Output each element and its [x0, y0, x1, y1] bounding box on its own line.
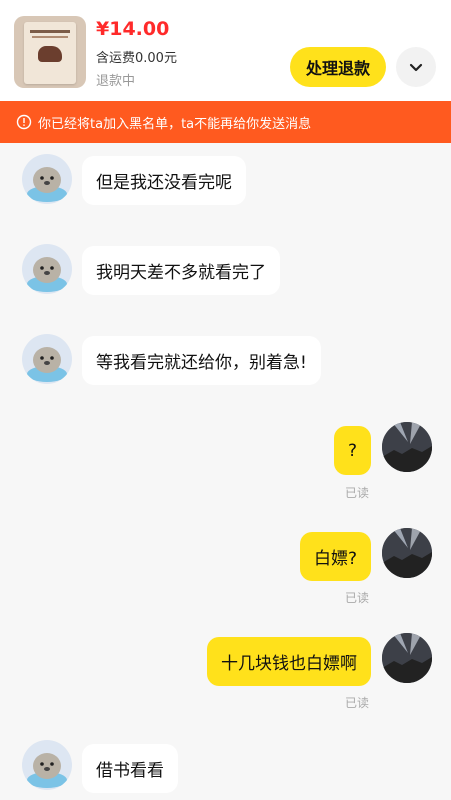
user-avatar[interactable]	[382, 422, 432, 472]
user-avatar[interactable]	[382, 633, 432, 683]
blacklist-banner: 你已经将ta加入黑名单，ta不能再给你发送消息	[0, 101, 451, 143]
user-avatar[interactable]	[382, 528, 432, 578]
message-bubble[interactable]: 白嫖?	[299, 532, 371, 581]
seal-avatar-icon	[22, 154, 72, 204]
seal-avatar-icon	[22, 334, 72, 384]
contact-avatar[interactable]	[22, 154, 72, 204]
order-price: ¥14.00	[96, 18, 170, 40]
order-header: ¥14.00 含运费0.00元 退款中 处理退款	[0, 0, 451, 101]
book-cover-image	[24, 22, 76, 84]
read-receipt: 已读	[345, 486, 370, 500]
contact-avatar[interactable]	[22, 334, 72, 384]
expand-button[interactable]	[396, 47, 436, 87]
read-receipt: 已读	[345, 591, 370, 605]
concert-photo-icon	[382, 528, 432, 578]
message-bubble[interactable]: 等我看完就还给你，别着急!	[82, 336, 321, 385]
message-bubble[interactable]: ?	[333, 426, 371, 475]
concert-photo-icon	[382, 422, 432, 472]
shipping-fee: 含运费0.00元	[96, 51, 177, 66]
banner-text: 你已经将ta加入黑名单，ta不能再给你发送消息	[38, 116, 312, 132]
process-refund-button[interactable]: 处理退款	[290, 47, 386, 87]
read-receipt: 已读	[345, 696, 370, 710]
contact-avatar[interactable]	[22, 244, 72, 294]
message-bubble[interactable]: 十几块钱也白嫖啊	[207, 637, 371, 686]
contact-avatar[interactable]	[22, 740, 72, 790]
order-status: 退款中	[96, 74, 136, 89]
message-bubble[interactable]: 借书看看	[82, 744, 178, 793]
message-bubble[interactable]: 我明天差不多就看完了	[82, 246, 280, 295]
seal-avatar-icon	[22, 740, 72, 790]
product-thumbnail[interactable]	[14, 16, 86, 88]
message-bubble[interactable]: 但是我还没看完呢	[82, 156, 246, 205]
chevron-down-icon	[409, 63, 423, 72]
concert-photo-icon	[382, 633, 432, 683]
warning-icon	[16, 114, 32, 130]
seal-avatar-icon	[22, 244, 72, 294]
